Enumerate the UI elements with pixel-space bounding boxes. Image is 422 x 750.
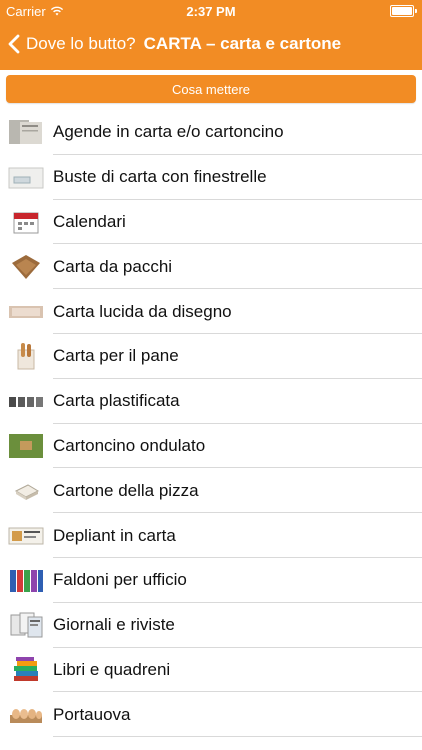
- list-item-label: Buste di carta con finestrelle: [53, 167, 267, 187]
- list-item-label: Giornali e riviste: [53, 615, 175, 635]
- status-bar: Carrier 2:37 PM: [0, 0, 422, 22]
- office-binders-icon: [8, 566, 44, 594]
- calendar-icon: [8, 208, 44, 236]
- leaflet-icon: [8, 522, 44, 550]
- page-title: CARTA – carta e cartone: [143, 34, 342, 53]
- back-button-label: Dove lo butto?: [26, 34, 136, 53]
- action-bar: Cosa mettere: [0, 70, 422, 108]
- list-item[interactable]: Depliant in carta: [0, 513, 422, 558]
- list-item-label: Portauova: [53, 704, 131, 724]
- newspapers-icon: [8, 611, 44, 639]
- books-icon: [8, 656, 44, 684]
- corrugated-cardboard-icon: [8, 432, 44, 460]
- list-item-label: Carta da pacchi: [53, 256, 173, 276]
- laminated-paper-icon: [8, 387, 44, 415]
- list-item-label: Carta per il pane: [53, 346, 179, 366]
- list-item[interactable]: Carta plastificata: [0, 379, 422, 424]
- list-item[interactable]: Calendari: [0, 200, 422, 245]
- list-item[interactable]: Buste di carta con finestrelle: [0, 155, 422, 200]
- navigation-bar: Dove lo butto? CARTA – carta e cartone: [0, 22, 422, 66]
- pizza-box-icon: [8, 477, 44, 505]
- bread-bag-icon: [8, 342, 44, 370]
- item-list: Agende in carta e/o cartoncino Buste di …: [0, 110, 422, 737]
- list-item[interactable]: Giornali e riviste: [0, 603, 422, 648]
- list-item[interactable]: Cartoncino ondulato: [0, 424, 422, 469]
- list-item-label: Cartone della pizza: [53, 480, 199, 500]
- agenda-icon: [8, 118, 44, 146]
- chevron-left-icon: [8, 34, 20, 54]
- envelope-icon: [8, 163, 44, 191]
- list-item-label: Cartoncino ondulato: [53, 435, 206, 455]
- top-bar: Carrier 2:37 PM Dove lo butto? CARTA – c…: [0, 0, 422, 70]
- list-item[interactable]: Cartone della pizza: [0, 468, 422, 513]
- list-item-label: Carta lucida da disegno: [53, 301, 232, 321]
- list-item-label: Calendari: [53, 211, 126, 231]
- clock: 2:37 PM: [186, 4, 236, 19]
- egg-carton-icon: [8, 701, 44, 729]
- list-item-label: Agende in carta e/o cartoncino: [53, 122, 284, 142]
- battery-icon: [390, 5, 417, 17]
- list-item-label: Faldoni per ufficio: [53, 570, 187, 590]
- cosa-mettere-button[interactable]: Cosa mettere: [6, 75, 416, 103]
- list-item[interactable]: Carta per il pane: [0, 334, 422, 379]
- back-button[interactable]: Dove lo butto?: [8, 34, 136, 54]
- list-item[interactable]: Carta lucida da disegno: [0, 289, 422, 334]
- cosa-mettere-label: Cosa mettere: [171, 81, 251, 97]
- list-item-label: Depliant in carta: [53, 525, 176, 545]
- list-item[interactable]: Agende in carta e/o cartoncino: [0, 110, 422, 155]
- list-item-label: Carta plastificata: [53, 391, 180, 411]
- wrapping-paper-icon: [8, 253, 44, 281]
- list-item[interactable]: Portauova: [0, 692, 422, 737]
- list-item[interactable]: Carta da pacchi: [0, 244, 422, 289]
- list-item[interactable]: Libri e quadreni: [0, 648, 422, 693]
- tracing-paper-icon: [8, 298, 44, 326]
- list-item-label: Libri e quadreni: [53, 659, 171, 679]
- list-item[interactable]: Faldoni per ufficio: [0, 558, 422, 603]
